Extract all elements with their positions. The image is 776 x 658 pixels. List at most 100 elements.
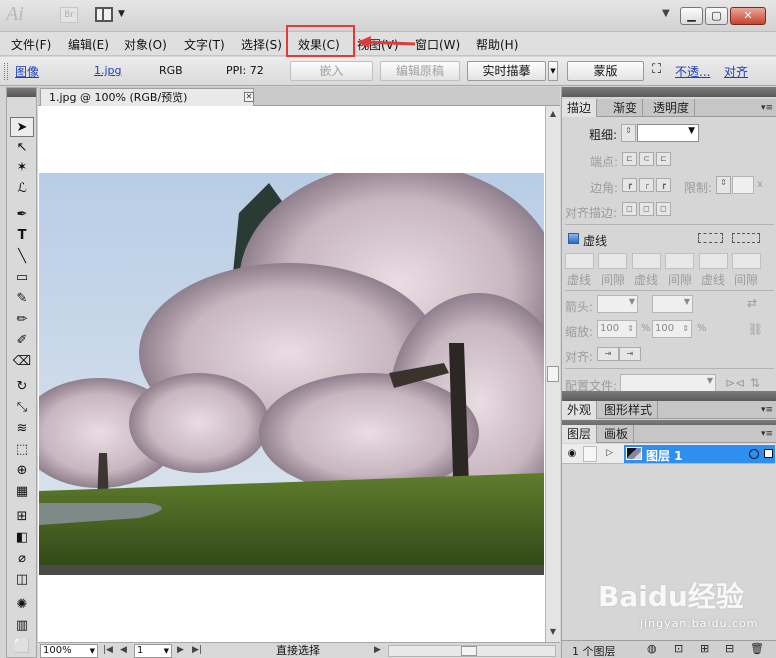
live-trace-dropdown-icon[interactable]: ▼ xyxy=(548,61,558,81)
lasso-tool-icon[interactable]: ℒ xyxy=(10,179,34,199)
arrow-tip-beyond-icon[interactable]: ⇥ xyxy=(597,347,619,361)
object-type-link[interactable]: 图像 xyxy=(15,63,39,80)
new-sublayer-icon[interactable]: ⊞ xyxy=(700,642,709,655)
eraser-tool-icon[interactable]: ⌫ xyxy=(10,352,34,372)
panel-header[interactable] xyxy=(562,391,776,401)
tab-gradient[interactable]: 渐变 xyxy=(608,99,644,117)
mesh-tool-icon[interactable]: ⊞ xyxy=(10,507,34,527)
pencil-tool-icon[interactable]: ✏ xyxy=(10,310,34,330)
gap-1-input[interactable] xyxy=(598,253,627,269)
rotate-tool-icon[interactable]: ↻ xyxy=(10,377,34,397)
link-scale-icon[interactable]: ⛓ xyxy=(748,322,763,336)
artboard-tool-icon[interactable]: ⬜ xyxy=(10,637,34,657)
warp-tool-icon[interactable]: ≋ xyxy=(10,419,34,439)
scroll-thumb[interactable] xyxy=(547,366,559,382)
maximize-icon[interactable]: ▢ xyxy=(705,7,728,25)
layer-name[interactable]: 图层 1 xyxy=(646,447,683,464)
round-join-icon[interactable]: ╭ xyxy=(639,178,654,192)
placed-photo[interactable] xyxy=(39,173,544,575)
panel-menu-icon[interactable]: ▾≡ xyxy=(761,429,773,439)
filename-link[interactable]: 1.jpg xyxy=(94,64,122,77)
scale-tool-icon[interactable]: ⤡ xyxy=(10,398,34,418)
dash-align-icon[interactable] xyxy=(732,233,760,243)
dash-preserve-icon[interactable] xyxy=(698,233,723,243)
shape-builder-tool-icon[interactable]: ⊕ xyxy=(10,461,34,481)
tab-transparency[interactable]: 透明度 xyxy=(648,99,696,117)
gap-3-input[interactable] xyxy=(732,253,761,269)
start-arrow-select[interactable]: ▼ xyxy=(597,295,638,313)
flip-along-icon[interactable]: ⊳⊲ xyxy=(725,376,745,390)
panel-menu-icon[interactable]: ▾≡ xyxy=(761,103,773,113)
lock-toggle[interactable] xyxy=(583,446,597,462)
chevron-down-icon[interactable]: ▼ xyxy=(118,9,125,19)
selection-tool-icon[interactable]: ➤ xyxy=(10,117,34,137)
bridge-button[interactable]: Br xyxy=(60,7,78,23)
weight-input[interactable]: ▼ xyxy=(637,124,699,142)
menu-object[interactable]: 对象(O) xyxy=(124,36,167,53)
menu-window[interactable]: 窗口(W) xyxy=(415,36,460,53)
tab-artboards[interactable]: 画板 xyxy=(599,425,635,443)
opacity-link[interactable]: 不透... xyxy=(675,63,710,80)
free-transform-tool-icon[interactable]: ⬚ xyxy=(10,440,34,460)
scroll-down-icon[interactable]: ▼ xyxy=(547,626,559,638)
tab-layers[interactable]: 图层 xyxy=(562,425,598,443)
toolbox-header[interactable] xyxy=(7,88,36,97)
panel-header[interactable] xyxy=(562,87,776,97)
delete-layer-icon[interactable]: 🗑 xyxy=(750,642,764,655)
end-scale-input[interactable]: 100 ⇕ xyxy=(652,320,692,338)
gap-2-input[interactable] xyxy=(665,253,694,269)
magic-wand-tool-icon[interactable]: ✶ xyxy=(10,158,34,178)
tab-stroke[interactable]: 描边 xyxy=(562,99,598,117)
hscroll-thumb[interactable] xyxy=(461,646,477,656)
tab-graphic-styles[interactable]: 图形样式 xyxy=(599,401,659,419)
close-icon[interactable]: ✕ xyxy=(730,7,766,25)
horizontal-scrollbar[interactable] xyxy=(388,645,556,657)
miter-join-icon[interactable]: ┏ xyxy=(622,178,637,192)
arrow-tip-at-end-icon[interactable]: ⇥ xyxy=(619,347,641,361)
scroll-up-icon[interactable]: ▲ xyxy=(547,108,559,120)
blend-tool-icon[interactable]: ◫ xyxy=(10,570,34,590)
dash-1-input[interactable] xyxy=(565,253,594,269)
blob-brush-tool-icon[interactable]: ✐ xyxy=(10,331,34,351)
end-arrow-select[interactable]: ▼ xyxy=(652,295,693,313)
paintbrush-tool-icon[interactable]: ✎ xyxy=(10,289,34,309)
current-tool-label[interactable]: 直接选择 xyxy=(210,644,386,658)
layer-selection-indicator[interactable] xyxy=(764,449,773,458)
menu-type[interactable]: 文字(T) xyxy=(184,36,225,53)
column-graph-tool-icon[interactable]: ▥ xyxy=(10,616,34,636)
menu-file[interactable]: 文件(F) xyxy=(11,36,51,53)
type-tool-icon[interactable]: T xyxy=(10,226,34,246)
layer-target-icon[interactable] xyxy=(749,449,759,459)
align-center-icon[interactable]: ◻ xyxy=(622,202,637,216)
start-scale-input[interactable]: 100 ⇕ xyxy=(597,320,637,338)
gradient-tool-icon[interactable]: ◧ xyxy=(10,528,34,548)
menu-select[interactable]: 选择(S) xyxy=(241,36,282,53)
dash-3-input[interactable] xyxy=(699,253,728,269)
minimize-icon[interactable]: ▁ xyxy=(680,7,703,25)
edit-original-button[interactable]: 编辑原稿 xyxy=(380,61,460,81)
layer-row[interactable]: ◉ ▷ 图层 1 xyxy=(562,444,775,464)
profile-select[interactable]: ▼ xyxy=(620,374,716,392)
flip-across-icon[interactable]: ⇅ xyxy=(750,376,760,390)
panel-menu-icon[interactable]: ▾≡ xyxy=(761,405,773,415)
bevel-join-icon[interactable]: ┏ xyxy=(656,178,671,192)
layer-selected[interactable]: 图层 1 xyxy=(624,445,775,463)
dashed-line-checkbox[interactable] xyxy=(568,233,579,244)
locate-object-icon[interactable]: ◍ xyxy=(647,642,657,655)
close-icon[interactable]: ✕ xyxy=(244,92,254,102)
status-menu-icon[interactable]: ▶ xyxy=(374,645,381,655)
align-inside-icon[interactable]: ◻ xyxy=(639,202,654,216)
swap-arrows-icon[interactable]: ⇄ xyxy=(747,296,757,310)
grip-handle[interactable] xyxy=(4,63,8,80)
prev-page-icon[interactable]: ◀ xyxy=(120,645,127,655)
menu-edit[interactable]: 编辑(E) xyxy=(68,36,109,53)
round-cap-icon[interactable]: ⊂ xyxy=(639,152,654,166)
zoom-select[interactable]: 100% ▼ xyxy=(40,644,98,658)
expand-arrow-icon[interactable]: ▷ xyxy=(606,448,613,458)
butt-cap-icon[interactable]: ⊏ xyxy=(622,152,637,166)
document-tab[interactable]: 1.jpg @ 100% (RGB/预览) ✕ xyxy=(40,88,254,106)
perspective-grid-tool-icon[interactable]: ▦ xyxy=(10,482,34,502)
new-layer-icon[interactable]: ⊟ xyxy=(725,642,734,655)
align-link[interactable]: 对齐 xyxy=(724,63,748,80)
workspace-switcher-icon[interactable]: ▼ xyxy=(662,8,670,19)
